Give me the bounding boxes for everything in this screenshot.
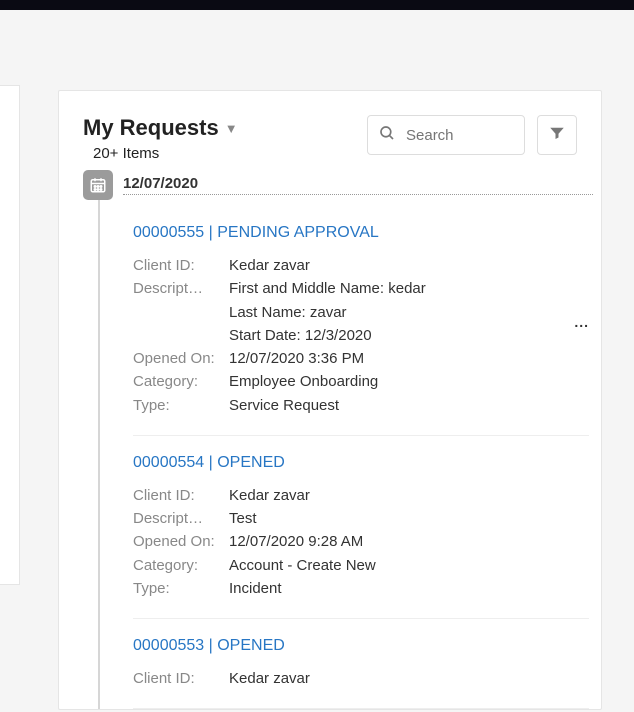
field-label: Category: — [133, 554, 229, 577]
field-value: Kedar zavar — [229, 484, 589, 507]
field-label: Category: — [133, 370, 229, 393]
field-label: Type: — [133, 577, 229, 600]
request-number: 00000555 — [133, 224, 204, 241]
field-opened-on: Opened On:12/07/2020 3:36 PM — [133, 347, 589, 370]
field-label: Client ID: — [133, 667, 229, 690]
filter-icon — [548, 124, 566, 147]
calendar-icon — [83, 170, 113, 200]
title-separator: | — [204, 637, 217, 654]
field-type: Type:Service Request — [133, 394, 589, 417]
title-separator: | — [204, 224, 217, 241]
app-topbar — [0, 0, 634, 10]
my-requests-panel: My Requests ▼ 20+ Items 12/07/202 — [58, 90, 602, 710]
requests-scroll[interactable]: 12/07/2020 00000555 | PENDING APPROVAL Cli… — [59, 170, 601, 710]
field-value: Incident — [229, 577, 589, 600]
panel-header: My Requests ▼ 20+ Items — [59, 115, 601, 170]
request-number: 00000553 — [133, 637, 204, 654]
field-value: Kedar zavar — [229, 667, 589, 690]
caret-down-icon: ▼ — [225, 121, 238, 136]
field-label: Descript… — [133, 507, 229, 530]
request-status: OPENED — [217, 637, 285, 654]
title-block: My Requests ▼ 20+ Items — [83, 115, 355, 162]
field-value: Kedar zavar — [229, 254, 589, 277]
request-number: 00000554 — [133, 454, 204, 471]
search-input[interactable] — [404, 126, 514, 145]
field-label: Opened On: — [133, 347, 229, 370]
field-type: Type:Incident — [133, 577, 589, 600]
field-value: 12/07/2020 9:28 AM — [229, 530, 589, 553]
field-value: First and Middle Name: kedar Last Name: … — [229, 277, 589, 347]
request-title-link[interactable]: 00000554 | OPENED — [133, 454, 589, 472]
field-label: Client ID: — [133, 254, 229, 277]
field-value: Employee Onboarding — [229, 370, 589, 393]
field-client-id: Client ID:Kedar zavar — [133, 254, 589, 277]
request-status: PENDING APPROVAL — [217, 224, 379, 241]
field-label: Client ID: — [133, 484, 229, 507]
request-item: 00000553 | OPENED Client ID:Kedar zavar — [133, 619, 589, 709]
date-header: 12/07/2020 — [83, 170, 593, 200]
field-value: Service Request — [229, 394, 589, 417]
field-value: Test — [229, 507, 589, 530]
panel-title: My Requests — [83, 115, 219, 141]
field-client-id: Client ID:Kedar zavar — [133, 484, 589, 507]
field-value: Account - Create New — [229, 554, 589, 577]
field-opened-on: Opened On:12/07/2020 9:28 AM — [133, 530, 589, 553]
more-actions-button[interactable]: ... — [574, 314, 589, 330]
field-description: Descript…First and Middle Name: kedar La… — [133, 277, 589, 347]
timeline-area: 12/07/2020 00000555 | PENDING APPROVAL Cli… — [59, 170, 601, 710]
request-title-link[interactable]: 00000553 | OPENED — [133, 637, 589, 655]
filter-button[interactable] — [537, 115, 577, 155]
date-group: 12/07/2020 00000555 | PENDING APPROVAL Cli… — [83, 170, 593, 709]
title-separator: | — [204, 454, 217, 471]
field-description: Descript…Test — [133, 507, 589, 530]
field-value: 12/07/2020 3:36 PM — [229, 347, 589, 370]
item-count: 20+ Items — [93, 145, 355, 162]
field-category: Category:Employee Onboarding — [133, 370, 589, 393]
field-category: Category:Account - Create New — [133, 554, 589, 577]
request-item: 00000555 | PENDING APPROVAL Client ID:Ked… — [133, 200, 589, 436]
request-item: 00000554 | OPENED Client ID:Kedar zavarDe… — [133, 436, 589, 619]
field-label: Opened On: — [133, 530, 229, 553]
request-title-link[interactable]: 00000555 | PENDING APPROVAL — [133, 224, 589, 242]
field-label: Type: — [133, 394, 229, 417]
search-icon — [378, 124, 404, 147]
request-status: OPENED — [217, 454, 285, 471]
search-box[interactable] — [367, 115, 525, 155]
field-client-id: Client ID:Kedar zavar — [133, 667, 589, 690]
title-dropdown[interactable]: My Requests ▼ — [83, 115, 355, 141]
date-label: 12/07/2020 — [123, 175, 593, 195]
sidebar-stub — [0, 85, 20, 585]
field-label: Descript… — [133, 277, 229, 347]
items-list: 00000555 | PENDING APPROVALClient ID:Ked… — [133, 200, 589, 709]
